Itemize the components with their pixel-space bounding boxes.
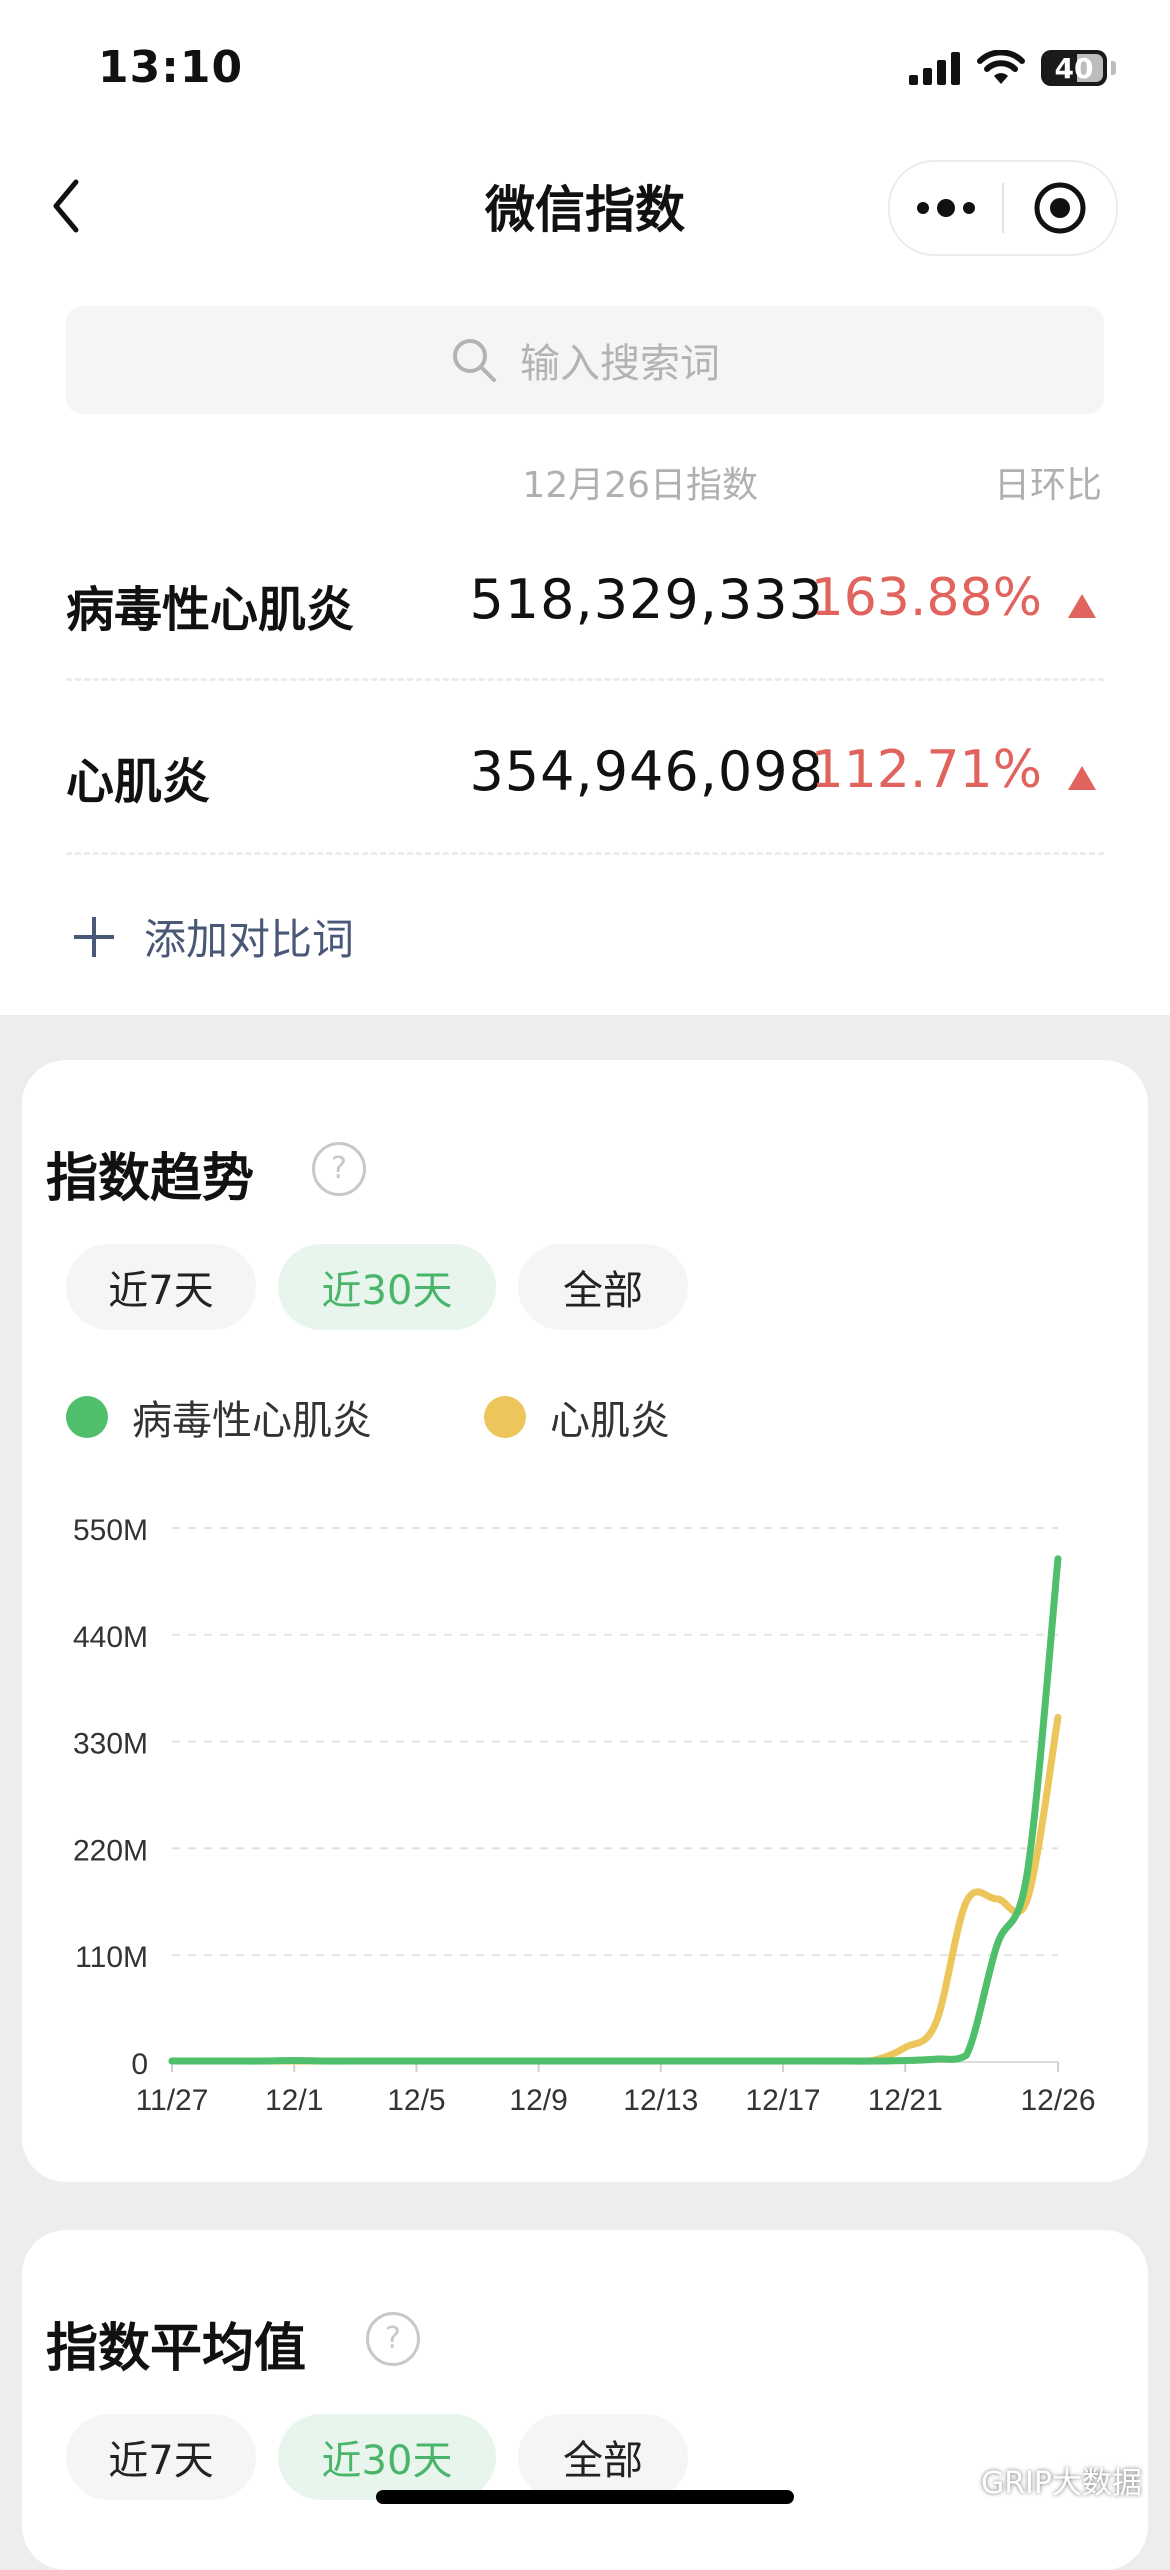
keyword-index-value: 354,946,098	[469, 740, 824, 803]
range-all-button[interactable]: 全部	[518, 1244, 688, 1330]
x-tick-label: 12/26	[1020, 2084, 1095, 2117]
battery-icon: 40	[1041, 50, 1107, 86]
up-triangle-icon	[1068, 594, 1096, 618]
x-tick-label: 12/9	[509, 2084, 567, 2117]
status-time: 13:10	[98, 42, 244, 93]
help-icon[interactable]: ?	[312, 1142, 366, 1196]
more-icon	[917, 199, 975, 217]
target-icon	[1034, 182, 1086, 234]
keyword-term: 病毒性心肌炎	[66, 582, 355, 638]
legend-item: 病毒性心肌炎	[66, 1388, 372, 1446]
series-line	[168, 1713, 1062, 2065]
keyword-change-percent: 112.71%	[810, 740, 1042, 800]
keyword-change-percent: 163.88%	[810, 568, 1042, 628]
add-compare-label: 添加对比词	[144, 915, 355, 964]
keyword-row[interactable]: 病毒性心肌炎 518,329,333 163.88%	[66, 548, 1104, 648]
wifi-icon	[977, 50, 1025, 84]
x-tick-label: 12/13	[623, 2084, 698, 2117]
day-ratio-header: 日环比	[993, 465, 1102, 506]
x-tick-label: 11/27	[136, 2084, 209, 2117]
keyword-index-value: 518,329,333	[469, 568, 824, 631]
x-tick-label: 12/5	[387, 2084, 445, 2117]
y-tick-label: 0	[131, 2048, 148, 2081]
range-30d-button[interactable]: 近30天	[278, 1244, 496, 1330]
range-30d-button[interactable]: 近30天	[278, 2414, 496, 2500]
legend-label: 心肌炎	[550, 1398, 670, 1444]
y-tick-label: 440M	[73, 1621, 148, 1654]
watermark: GRIP大数据	[933, 2458, 1142, 2502]
help-icon[interactable]: ?	[366, 2312, 420, 2366]
average-card	[22, 2230, 1148, 2570]
range-7d-button[interactable]: 近7天	[66, 2414, 256, 2500]
y-tick-label: 220M	[73, 1834, 148, 1867]
x-tick-label: 12/1	[265, 2084, 323, 2117]
search-placeholder: 输入搜索词	[520, 341, 720, 387]
x-tick-label: 12/17	[745, 2084, 820, 2117]
row-divider	[66, 852, 1104, 855]
plus-icon	[74, 916, 114, 957]
keyword-row[interactable]: 心肌炎 354,946,098 112.71%	[66, 720, 1104, 820]
battery-level: 40	[1054, 51, 1094, 85]
add-compare-term-button[interactable]: 添加对比词	[72, 906, 354, 967]
trend-chart[interactable]: 0 110M 220M 330M 440M 550M 11/27 12/1 12/5 12/9 12…	[0, 1480, 1170, 2140]
legend-label: 病毒性心肌炎	[132, 1398, 372, 1444]
search-icon	[453, 339, 496, 382]
x-tick-label: 12/21	[868, 2084, 943, 2117]
index-date-header: 12月26日指数	[522, 465, 758, 506]
y-tick-label: 110M	[75, 1941, 148, 1974]
mini-program-capsule	[888, 160, 1118, 256]
home-indicator	[376, 2490, 794, 2504]
row-divider	[66, 678, 1104, 681]
legend-color-dot	[484, 1396, 526, 1438]
up-triangle-icon	[1068, 766, 1096, 790]
average-title: 指数平均值	[46, 2319, 307, 2379]
range-all-button[interactable]: 全部	[518, 2414, 688, 2500]
trend-title: 指数趋势	[46, 1149, 255, 1209]
range-7d-button[interactable]: 近7天	[66, 1244, 256, 1330]
y-tick-label: 550M	[73, 1514, 148, 1547]
search-input[interactable]: 输入搜索词	[66, 306, 1104, 414]
more-button[interactable]	[890, 162, 1002, 254]
legend-item: 心肌炎	[484, 1388, 670, 1446]
watermark-text: GRIP大数据	[980, 2466, 1142, 2501]
legend-color-dot	[66, 1396, 108, 1438]
wechat-icon	[933, 2465, 973, 2494]
status-icons: 40	[909, 50, 1116, 86]
y-tick-label: 330M	[73, 1728, 148, 1761]
keyword-term: 心肌炎	[66, 754, 211, 810]
cellular-signal-icon	[909, 52, 960, 85]
close-mini-program-button[interactable]	[1004, 162, 1116, 254]
